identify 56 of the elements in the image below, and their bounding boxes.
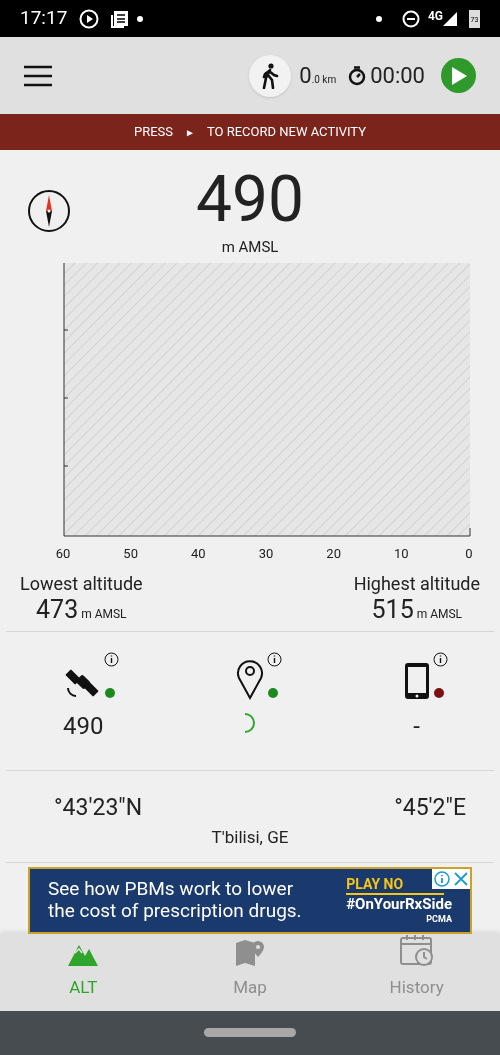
advertisement[interactable]: See how PBMs work to lower the cost of prescription drugs. PLAY NO #OnYourRxSide PCMA xyxy=(28,866,472,934)
place-name: T'bilisi, GE xyxy=(211,825,289,848)
ad-hashtag: #OnYourRxSide xyxy=(346,895,452,914)
home-handle[interactable] xyxy=(204,1028,296,1038)
x-tick-label: 30 xyxy=(258,545,274,563)
extreme-value: 473 xyxy=(36,595,79,625)
x-tick-label: 50 xyxy=(123,545,138,563)
extreme-unit: m AMSL xyxy=(81,606,127,623)
compass-icon[interactable] xyxy=(27,189,71,233)
close-icon xyxy=(454,871,468,886)
map-icon xyxy=(235,939,265,967)
source-reading: 490 xyxy=(63,711,104,742)
source-reading: - xyxy=(413,711,420,742)
banner-text: PRESS xyxy=(134,123,174,142)
play-icon xyxy=(79,8,100,29)
nav-tab[interactable]: ALT xyxy=(0,933,167,1011)
distance-value: 0 xyxy=(299,62,312,90)
x-tick-label: 10 xyxy=(394,545,409,563)
ad-brand: PCMA xyxy=(426,914,452,925)
x-tick-label: 60 xyxy=(55,545,71,563)
activity-type-button[interactable] xyxy=(249,54,292,97)
banner-symbol: ► xyxy=(185,125,195,140)
news-icon xyxy=(111,9,130,28)
x-tick-label: 20 xyxy=(326,545,341,563)
info-icon[interactable] xyxy=(267,652,282,667)
stopwatch-icon xyxy=(348,65,367,86)
ad-choices[interactable] xyxy=(432,868,470,889)
do-not-disturb-icon xyxy=(401,9,420,28)
nav-tab[interactable]: Map xyxy=(166,933,334,1011)
distance-unit: .0 km xyxy=(311,74,337,87)
altitude-value: 490 xyxy=(196,163,304,237)
latitude: °43'23"N xyxy=(54,793,143,823)
map-pin-icon xyxy=(236,658,264,700)
extreme-value: 515 xyxy=(371,595,414,625)
start-button[interactable] xyxy=(441,58,476,93)
clock: 17:17 xyxy=(20,5,68,32)
extreme-label: Highest altitude xyxy=(353,573,480,595)
info-icon[interactable] xyxy=(432,652,448,667)
longitude: °45'2"E xyxy=(394,793,466,823)
signal-icon xyxy=(443,11,457,26)
menu-icon[interactable] xyxy=(24,64,52,87)
extreme-label: Lowest altitude xyxy=(20,573,143,595)
extreme-unit: m AMSL xyxy=(416,606,463,623)
nav-tab[interactable]: History xyxy=(333,933,500,1011)
x-tick-label: 40 xyxy=(191,545,206,563)
info-icon[interactable] xyxy=(104,652,120,667)
phone-icon xyxy=(403,662,430,700)
timer: 00:00 xyxy=(370,62,425,90)
altitude-unit: m AMSL xyxy=(221,237,279,257)
play-icon xyxy=(450,66,467,85)
ad-headline: See how PBMs work to lower the cost of prescription drugs. xyxy=(48,878,303,922)
x-tick-label: 0 xyxy=(465,545,473,563)
banner-text: TO RECORD NEW ACTIVITY xyxy=(206,123,366,142)
walking-person-icon xyxy=(260,62,281,89)
info-icon xyxy=(434,870,450,887)
network-type: 4G xyxy=(427,8,443,25)
